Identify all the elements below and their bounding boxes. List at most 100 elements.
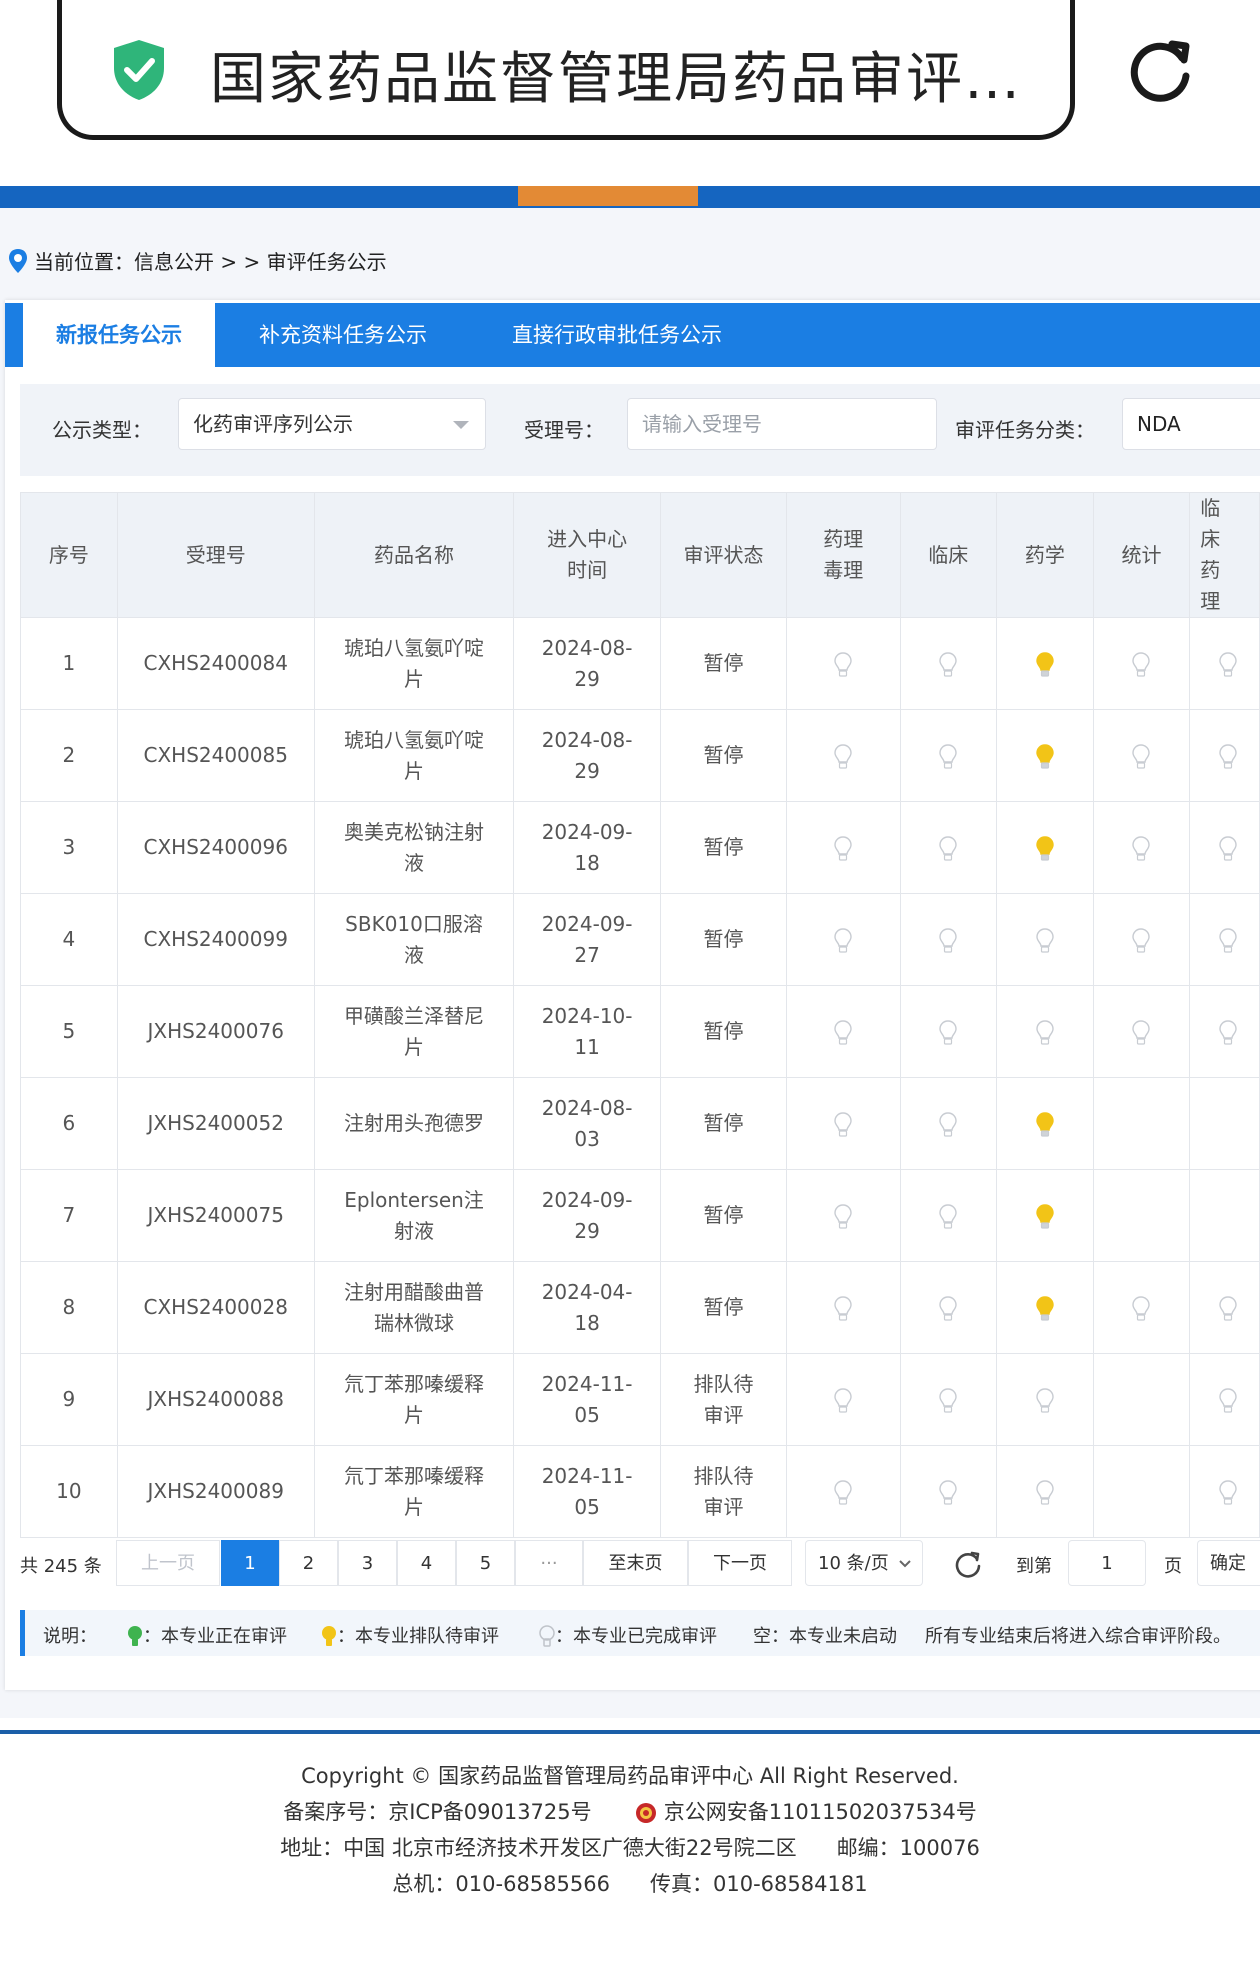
goto-page-input[interactable]: 1 bbox=[1068, 1540, 1146, 1586]
table-row[interactable]: 9 JXHS2400088 氘丁苯那嗪缓释片 2024-11-05 排队待审评 bbox=[20, 1353, 1260, 1446]
accept-number: CXHS2400099 bbox=[116, 893, 315, 986]
col-header: 受理号 bbox=[116, 492, 315, 618]
accept-label: 受理号： bbox=[524, 418, 604, 442]
bulb-gray-icon bbox=[939, 927, 957, 953]
review-status-text: 排队待审评 bbox=[693, 1371, 754, 1427]
tab-direct-approval-tasks[interactable]: 直接行政审批任务公示 bbox=[512, 303, 722, 367]
page-button[interactable]: 3 bbox=[338, 1540, 397, 1586]
clinical-pharm-cell bbox=[1189, 1077, 1260, 1170]
review-status: 暂停 bbox=[659, 801, 788, 894]
review-status-text: 暂停 bbox=[703, 927, 744, 951]
bulb-yellow-icon bbox=[1036, 1111, 1054, 1137]
col-header-text: 审评状态 bbox=[683, 542, 764, 567]
pharmacy-cell bbox=[996, 1077, 1094, 1170]
table-row[interactable]: 10 JXHS2400089 氘丁苯那嗪缓释片 2024-11-05 排队待审评 bbox=[20, 1445, 1260, 1538]
clinical-pharm-cell bbox=[1189, 617, 1260, 710]
footer-records: 备案序号：京ICP备09013725号 京公网安备11011502037534号 bbox=[0, 1794, 1260, 1830]
table-row[interactable]: 7 JXHS2400075 Eplontersen注射液 2024-09-29 暂停 bbox=[20, 1169, 1260, 1262]
pharm-tox-cell bbox=[786, 1445, 901, 1538]
breadcrumb-text[interactable]: 当前位置：信息公开 > > 审评任务公示 bbox=[34, 246, 387, 275]
accept-number: JXHS2400075 bbox=[116, 1169, 315, 1262]
page-button[interactable]: 2 bbox=[279, 1540, 338, 1586]
bulb-gray-icon bbox=[1036, 1479, 1054, 1505]
tab-new-tasks[interactable]: 新报任务公示 bbox=[15, 303, 215, 367]
page-ellipsis[interactable]: ··· bbox=[515, 1540, 583, 1586]
legend-done-text: ：本专业已完成审评 bbox=[555, 1626, 717, 1647]
accept-number: CXHS2400028 bbox=[116, 1261, 315, 1354]
drug-name-text: 氘丁苯那嗪缓释片 bbox=[344, 1371, 485, 1427]
location-pin-icon bbox=[9, 248, 27, 273]
confirm-button[interactable]: 确定 bbox=[1197, 1540, 1260, 1586]
col-header: 进入中心时间 bbox=[513, 492, 661, 618]
next-page-button[interactable]: 下一页 bbox=[688, 1540, 792, 1586]
page-title-url[interactable]: 国家药品监督管理局药品审评… bbox=[210, 34, 1022, 115]
table-row[interactable]: 1 CXHS2400084 琥珀八氢氨吖啶片 2024-08-29 暂停 bbox=[20, 617, 1260, 710]
police-record-link[interactable]: 京公网安备11011502037534号 bbox=[664, 1800, 977, 1824]
table-row[interactable]: 5 JXHS2400076 甲磺酸兰泽替尼片 2024-10-11 暂停 bbox=[20, 985, 1260, 1078]
bulb-gray-icon bbox=[834, 651, 852, 677]
bulb-gray-icon bbox=[834, 743, 852, 769]
prev-page-button[interactable]: 上一页 bbox=[116, 1540, 220, 1586]
category-select[interactable]: NDA bbox=[1122, 398, 1260, 450]
statistics-cell bbox=[1092, 709, 1191, 802]
review-status-text: 排队待审评 bbox=[693, 1463, 754, 1519]
bulb-gray-icon bbox=[1219, 927, 1237, 953]
legend-empty-text: 空：本专业未启动 bbox=[753, 1626, 897, 1647]
bulb-gray-icon bbox=[1132, 1019, 1151, 1045]
col-header-text: 临床药理 bbox=[1200, 496, 1221, 613]
clinical-pharm-cell bbox=[1189, 1261, 1260, 1354]
clinical-pharm-cell bbox=[1189, 1353, 1260, 1446]
drug-name: 注射用头孢德罗 bbox=[313, 1077, 515, 1170]
drug-name-text: 注射用头孢德罗 bbox=[344, 1111, 485, 1135]
bulb-gray-icon bbox=[939, 743, 957, 769]
table-row[interactable]: 4 CXHS2400099 SBK010口服溶液 2024-09-27 暂停 bbox=[20, 893, 1260, 986]
task-table: 序号 受理号 药品名称 进入中心时间 审评状态 药理毒理 临床 药学 统计 临床… bbox=[20, 492, 1260, 1538]
page-button[interactable]: 1 bbox=[221, 1540, 279, 1586]
refresh-icon[interactable] bbox=[954, 1550, 982, 1578]
type-select[interactable]: 化药审评序列公示 bbox=[178, 398, 486, 450]
bulb-gray-icon bbox=[1132, 927, 1151, 953]
table-row[interactable]: 2 CXHS2400085 琥珀八氢氨吖啶片 2024-08-29 暂停 bbox=[20, 709, 1260, 802]
entry-date-text: 2024-11-05 bbox=[541, 1371, 633, 1427]
reload-icon[interactable] bbox=[1128, 36, 1194, 102]
page-size-value: 10 条/页 bbox=[818, 1553, 889, 1574]
row-number: 7 bbox=[20, 1169, 118, 1262]
pharmacy-cell bbox=[996, 1169, 1094, 1262]
icp-record-link[interactable]: 备案序号：京ICP备09013725号 bbox=[283, 1800, 591, 1824]
bulb-gray-icon bbox=[1132, 1295, 1151, 1321]
review-status: 暂停 bbox=[659, 1261, 788, 1354]
drug-name-text: 甲磺酸兰泽替尼片 bbox=[344, 1003, 485, 1059]
review-status-text: 暂停 bbox=[703, 1111, 744, 1135]
pharm-tox-cell bbox=[786, 893, 901, 986]
accept-number: JXHS2400089 bbox=[116, 1445, 315, 1538]
legend-bar: 说明： ：本专业正在审评 ：本专业排队待审评 ：本专业已完成审评 空：本专业未启… bbox=[20, 1610, 1260, 1656]
drug-name: SBK010口服溶液 bbox=[313, 893, 515, 986]
pharm-tox-cell bbox=[786, 1169, 901, 1262]
bulb-gray-icon bbox=[834, 1479, 852, 1505]
col-header: 药品名称 bbox=[313, 492, 515, 618]
pharm-tox-cell bbox=[786, 985, 901, 1078]
goto-label: 到第 bbox=[1016, 1556, 1052, 1577]
accept-number-input[interactable]: 请输入受理号 bbox=[627, 398, 937, 450]
row-number: 5 bbox=[20, 985, 118, 1078]
page-size-select[interactable]: 10 条/页 bbox=[805, 1540, 923, 1586]
pagination: 共 245 条 上一页 1 2 3 4 5 ··· 至末页 下一页 10 条/页… bbox=[20, 1540, 1260, 1586]
statistics-cell bbox=[1092, 1445, 1191, 1538]
table-header-row: 序号 受理号 药品名称 进入中心时间 审评状态 药理毒理 临床 药学 统计 临床… bbox=[20, 492, 1260, 618]
tab-supplement-tasks[interactable]: 补充资料任务公示 bbox=[259, 303, 427, 367]
table-row[interactable]: 6 JXHS2400052 注射用头孢德罗 2024-08-03 暂停 bbox=[20, 1077, 1260, 1170]
bulb-gray-icon bbox=[939, 1387, 957, 1413]
page-button[interactable]: 5 bbox=[456, 1540, 515, 1586]
table-row[interactable]: 3 CXHS2400096 奥美克松钠注射液 2024-09-18 暂停 bbox=[20, 801, 1260, 894]
category-label: 审评任务分类： bbox=[955, 418, 1095, 442]
bulb-gray-icon bbox=[1036, 1019, 1054, 1045]
bulb-gray-icon bbox=[939, 1203, 957, 1229]
col-header-text: 药理毒理 bbox=[823, 527, 864, 582]
table-row[interactable]: 8 CXHS2400028 注射用醋酸曲普瑞林微球 2024-04-18 暂停 bbox=[20, 1261, 1260, 1354]
bulb-gray-icon bbox=[834, 835, 852, 861]
bulb-gray-icon bbox=[1219, 1295, 1237, 1321]
entry-date-text: 2024-11-05 bbox=[541, 1463, 633, 1519]
statistics-cell bbox=[1092, 893, 1191, 986]
page-button[interactable]: 4 bbox=[397, 1540, 456, 1586]
last-page-button[interactable]: 至末页 bbox=[583, 1540, 688, 1586]
